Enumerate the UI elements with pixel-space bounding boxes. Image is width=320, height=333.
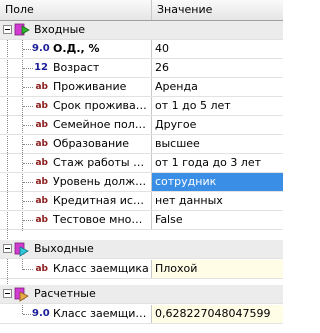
field-value[interactable]: 26	[152, 59, 283, 77]
field-row[interactable]: ab Образование высшее	[0, 135, 283, 154]
category-row-calculated[interactable]: Расчетные	[0, 285, 283, 304]
field-type-badge: 9.0	[32, 308, 50, 319]
field-name: О.Д., %	[53, 42, 100, 55]
field-name: Уровень должно...	[53, 175, 150, 188]
field-value[interactable]: 40	[152, 40, 283, 58]
field-row-selected[interactable]: ab Уровень должно... сотрудник	[0, 173, 283, 192]
field-row[interactable]: 9.0 О.Д., % 40	[0, 40, 283, 59]
field-value[interactable]: 0,628227048047599	[152, 305, 283, 323]
field-name: Семейное полож...	[53, 118, 150, 131]
field-value[interactable]: Другое	[152, 116, 283, 134]
field-type-badge: ab	[35, 158, 48, 168]
field-type-badge: ab	[35, 215, 48, 225]
field-row[interactable]: ab Тестовое множе... False	[0, 211, 283, 230]
field-value[interactable]: Аренда	[152, 78, 283, 96]
minus-box-icon[interactable]	[3, 244, 12, 253]
input-fields-icon	[14, 23, 30, 36]
minus-box-icon[interactable]	[3, 289, 12, 298]
field-value[interactable]: нет данных	[152, 192, 283, 210]
category-row-outputs[interactable]: Выходные	[0, 240, 283, 259]
field-type-badge: ab	[35, 177, 48, 187]
field-value-selected[interactable]: сотрудник	[152, 173, 283, 191]
field-row[interactable]: ab Кредитная истор... нет данных	[0, 192, 283, 211]
column-header-value[interactable]: Значение	[152, 0, 283, 20]
field-type-badge: ab	[35, 101, 48, 111]
field-value[interactable]: от 1 года до 3 лет	[152, 154, 283, 172]
field-type-badge: 12	[34, 62, 48, 73]
field-type-badge: ab	[35, 264, 48, 274]
category-label: Расчетные	[34, 287, 96, 300]
grid-header: Поле Значение	[0, 0, 283, 21]
minus-box-icon[interactable]	[3, 25, 12, 34]
field-value[interactable]: False	[152, 211, 283, 229]
property-grid: Поле Значение Входные 9.0 О.Д., % 40 12 …	[0, 0, 283, 333]
field-type-badge: ab	[35, 139, 48, 149]
category-row-inputs[interactable]: Входные	[0, 21, 283, 40]
field-name: Проживание	[53, 80, 127, 93]
field-row[interactable]: 9.0 Класс заемщика... 0,628227048047599	[0, 305, 283, 324]
field-row[interactable]: ab Семейное полож... Другое	[0, 116, 283, 135]
field-name: Класс заемщика...	[53, 307, 150, 320]
output-fields-icon	[14, 242, 29, 257]
field-row[interactable]: 12 Возраст 26	[0, 59, 283, 78]
field-name: Стаж работы на ...	[53, 156, 150, 169]
field-type-badge: ab	[35, 82, 48, 92]
field-value[interactable]: высшее	[152, 135, 283, 153]
category-label: Выходные	[34, 242, 94, 255]
field-type-badge: ab	[35, 196, 48, 206]
field-type-badge: ab	[35, 120, 48, 130]
field-row[interactable]: ab Проживание Аренда	[0, 78, 283, 97]
category-label: Входные	[34, 23, 86, 36]
column-header-field[interactable]: Поле	[0, 0, 152, 20]
field-row[interactable]: ab Стаж работы на ... от 1 года до 3 лет	[0, 154, 283, 173]
field-name: Срок проживани...	[53, 99, 150, 112]
field-value[interactable]: Плохой	[152, 260, 283, 278]
field-name: Кредитная истор...	[53, 194, 150, 207]
field-type-badge: 9.0	[32, 43, 50, 54]
field-row[interactable]: ab Класс заемщика Плохой	[0, 260, 283, 279]
field-value[interactable]: от 1 до 5 лет	[152, 97, 283, 115]
calculated-fields-icon	[14, 287, 29, 302]
field-name: Возраст	[53, 61, 100, 74]
field-row[interactable]: ab Срок проживани... от 1 до 5 лет	[0, 97, 283, 116]
field-name: Тестовое множе...	[53, 213, 150, 226]
field-name: Класс заемщика	[53, 262, 149, 275]
field-name: Образование	[53, 137, 130, 150]
